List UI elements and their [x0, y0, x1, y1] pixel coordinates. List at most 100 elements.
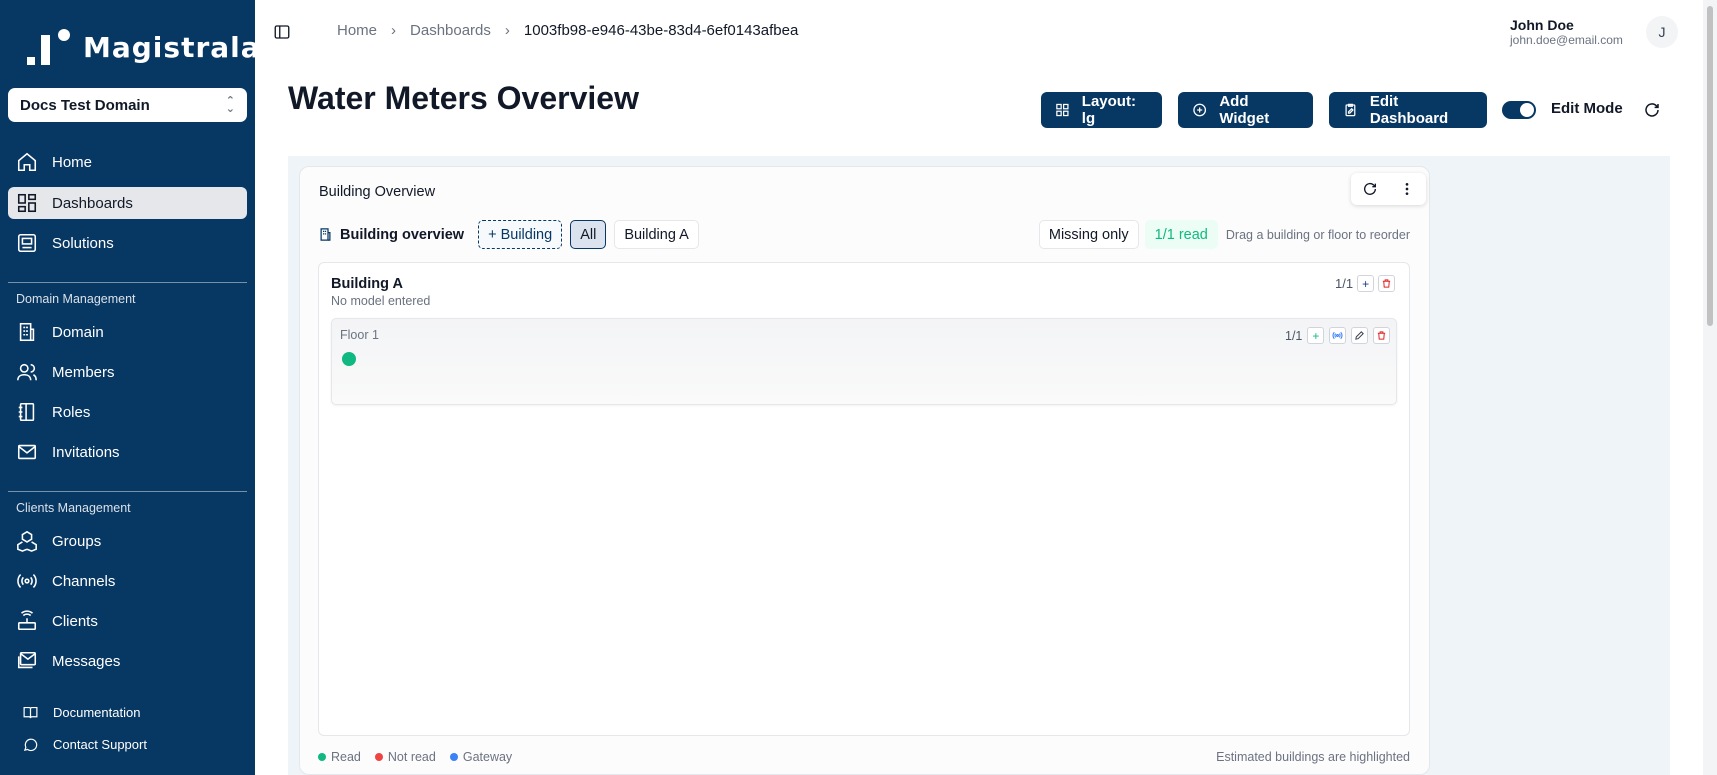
- floor-actions: 1/1 +: [1285, 327, 1391, 344]
- home-icon: [17, 152, 37, 172]
- delete-building-button[interactable]: [1378, 275, 1396, 292]
- add-gateway-button[interactable]: [1329, 327, 1347, 344]
- page-title: Water Meters Overview: [288, 80, 639, 116]
- building-name[interactable]: Building A: [331, 276, 403, 292]
- legend-item-gateway: Gateway: [449, 750, 513, 764]
- layout-grid-icon: [1056, 103, 1069, 117]
- building-count: 1/1: [1335, 276, 1354, 291]
- legend-item-not-read: Not read: [374, 750, 436, 764]
- more-vertical-icon[interactable]: [1399, 181, 1415, 197]
- building-icon: [19, 322, 35, 342]
- widget-refresh-icon[interactable]: [1362, 181, 1378, 197]
- domain-select-value: Docs Test Domain: [20, 96, 150, 114]
- sidebar-item-label: Messages: [52, 652, 121, 670]
- user-name: John Doe: [1510, 17, 1574, 33]
- trash-icon: [1382, 279, 1391, 288]
- groups-icon: [17, 530, 37, 552]
- widget-controls: [1351, 173, 1426, 205]
- sidebar-item-dashboards[interactable]: Dashboards: [8, 187, 247, 219]
- sidebar-item-roles[interactable]: Roles: [8, 396, 247, 428]
- brand-name: Magistrala: [83, 30, 261, 64]
- sidebar-item-channels[interactable]: Channels: [8, 565, 247, 597]
- add-floor-button[interactable]: +: [1357, 275, 1375, 292]
- missing-only-button[interactable]: Missing only: [1038, 220, 1139, 249]
- refresh-icon[interactable]: [1643, 101, 1661, 119]
- sidebar-item-groups[interactable]: Groups: [8, 525, 247, 557]
- plus-circle-icon: [1193, 103, 1207, 117]
- scrollbar-thumb[interactable]: [1707, 6, 1713, 326]
- mail-icon: [17, 444, 37, 460]
- sidebar-item-home[interactable]: Home: [8, 146, 247, 178]
- breadcrumb-home[interactable]: Home: [337, 22, 377, 39]
- legend-label: Not read: [387, 750, 436, 764]
- dashboards-icon: [17, 193, 37, 213]
- sidebar-item-label: Dashboards: [52, 194, 133, 212]
- sidebar-item-invitations[interactable]: Invitations: [8, 436, 247, 468]
- floor-card[interactable]: [331, 318, 1397, 405]
- pencil-icon: [1355, 331, 1365, 340]
- logo-mark-icon: [27, 29, 73, 65]
- chevron-up-down-icon: ⌃ ⌄: [225, 95, 235, 115]
- legend-dot: [374, 753, 383, 761]
- sidebar-item-solutions[interactable]: Solutions: [8, 227, 247, 259]
- floor-count: 1/1: [1285, 328, 1303, 343]
- radio-icon: [17, 574, 37, 588]
- legend-item-read: Read: [318, 750, 361, 764]
- sidebar-item-label: Home: [52, 153, 93, 171]
- status-toolbar: Missing only 1/1 read Drag a building or…: [1038, 220, 1410, 249]
- avatar[interactable]: J: [1646, 16, 1678, 48]
- sidebar-item-label: Invitations: [52, 443, 120, 461]
- add-widget-label: Add Widget: [1219, 93, 1270, 127]
- brand-logo[interactable]: Magistrala: [27, 29, 261, 65]
- edit-dashboard-button[interactable]: Edit Dashboard: [1329, 92, 1487, 128]
- legend-label: Gateway: [462, 750, 513, 764]
- sidebar-divider: [8, 282, 247, 283]
- legend: Read Not read Gateway: [318, 750, 512, 764]
- sidebar-item-members[interactable]: Members: [8, 356, 247, 388]
- solutions-icon: [17, 233, 37, 253]
- delete-floor-button[interactable]: [1373, 327, 1391, 344]
- sidebar-item-label: Clients: [52, 612, 98, 630]
- sidebar-toggle-icon[interactable]: [273, 23, 291, 41]
- edit-floor-button[interactable]: [1351, 327, 1369, 344]
- floor-name: Floor 1: [340, 328, 379, 342]
- meter-status-dot[interactable]: [342, 352, 356, 366]
- page-scrollbar[interactable]: [1703, 0, 1717, 775]
- building-overview-text: Building overview: [340, 226, 465, 243]
- filter-all[interactable]: All: [570, 220, 607, 249]
- sidebar-item-label: Members: [52, 363, 115, 381]
- filter-building-a[interactable]: Building A: [614, 220, 699, 249]
- domain-select[interactable]: Docs Test Domain ⌃ ⌄: [8, 88, 247, 122]
- sidebar-item-label: Documentation: [53, 705, 141, 720]
- sidebar-item-label: Solutions: [52, 234, 114, 252]
- read-status-badge: 1/1 read: [1144, 220, 1218, 249]
- sidebar-item-label: Roles: [52, 403, 91, 421]
- edit-mode-toggle[interactable]: [1502, 101, 1536, 119]
- sidebar-item-contact-support[interactable]: Contact Support: [22, 736, 147, 753]
- sidebar-heading-domain: Domain Management: [16, 292, 136, 306]
- layout-button[interactable]: Layout: lg: [1041, 92, 1162, 128]
- add-building-button[interactable]: + Building: [478, 220, 563, 249]
- user-email: john.doe@email.com: [1510, 33, 1623, 47]
- building-model: No model entered: [331, 294, 431, 308]
- add-widget-button[interactable]: Add Widget: [1178, 92, 1313, 128]
- router-icon: [17, 610, 37, 631]
- users-icon: [17, 363, 37, 381]
- sidebar-item-messages[interactable]: Messages: [8, 645, 247, 677]
- building-toolbar: Building overview + Building All Buildin…: [318, 220, 699, 249]
- sidebar: Magistrala Docs Test Domain ⌃ ⌄ Home Dash…: [0, 0, 260, 775]
- sidebar-item-label: Contact Support: [53, 737, 147, 752]
- sidebar-item-label: Channels: [52, 572, 116, 590]
- building-actions: 1/1 +: [1335, 275, 1396, 292]
- sidebar-item-clients[interactable]: Clients: [8, 605, 247, 637]
- breadcrumb-dashboards[interactable]: Dashboards: [410, 22, 491, 39]
- sidebar-item-documentation[interactable]: Documentation: [22, 704, 140, 721]
- building-icon: [320, 228, 331, 241]
- add-meter-button[interactable]: +: [1307, 327, 1325, 344]
- trash-icon: [1378, 331, 1386, 340]
- chevron-right-icon: ›: [391, 22, 397, 39]
- sidebar-item-domain[interactable]: Domain: [8, 316, 247, 348]
- legend-dot: [318, 753, 326, 761]
- user-info[interactable]: John Doe john.doe@email.com: [1510, 17, 1623, 47]
- sidebar-item-label: Domain: [52, 323, 104, 341]
